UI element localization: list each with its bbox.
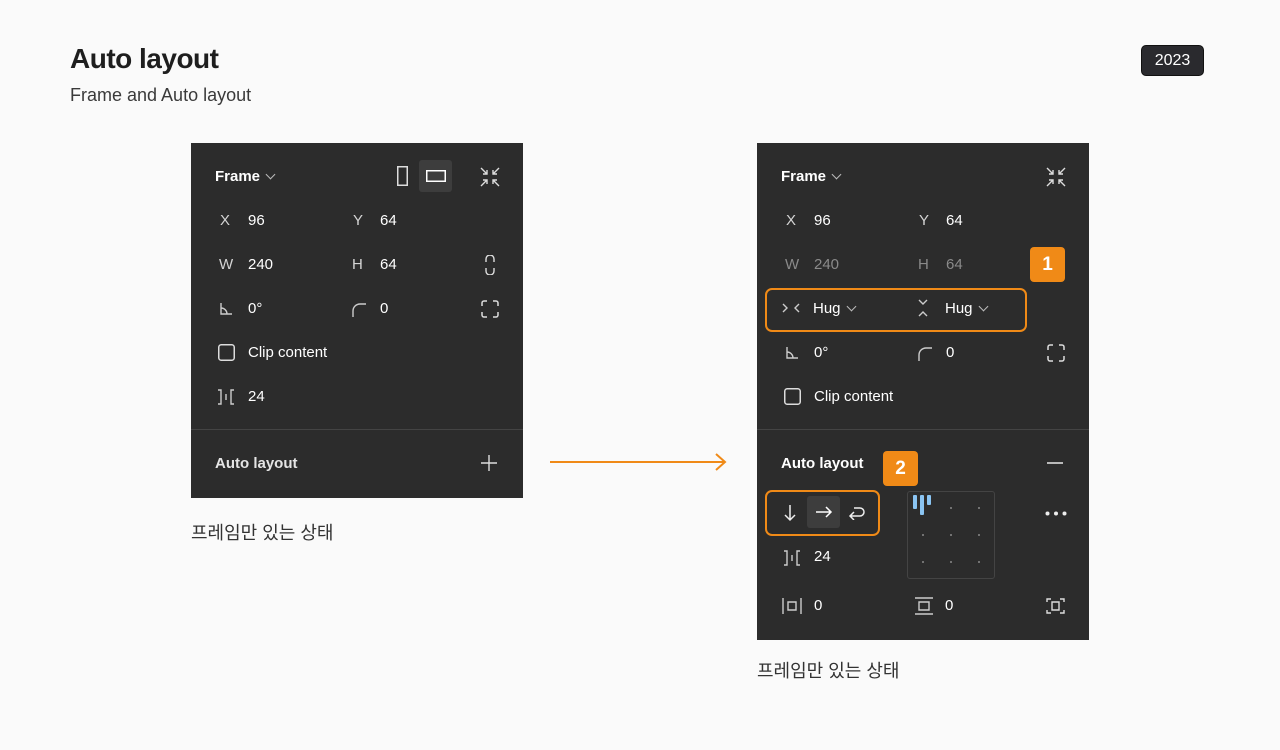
- sizing-highlight: [765, 288, 1027, 332]
- arrow-right-icon: [816, 506, 833, 518]
- wrap-icon[interactable]: [848, 504, 865, 520]
- arrow-icon: [550, 452, 728, 472]
- height-sizing-dropdown[interactable]: Hug: [945, 300, 988, 317]
- width-sizing-value: Hug: [813, 300, 841, 317]
- grid-dot: [978, 534, 980, 536]
- horizontal-padding-input[interactable]: 0: [814, 597, 822, 614]
- hug-width-icon: [782, 302, 800, 314]
- grid-dot: [922, 561, 924, 563]
- landscape-frame-icon: [426, 170, 446, 182]
- auto-layout-section-title: Auto layout: [215, 455, 298, 472]
- frame-properties-panel-left: Frame X 96 Y 64 W 240 H 64 0° 0 Clip con…: [191, 143, 523, 498]
- gap-input[interactable]: 24: [814, 548, 831, 565]
- y-input[interactable]: 64: [380, 212, 397, 229]
- step-badge-1: 1: [1030, 247, 1065, 282]
- h-label: H: [352, 256, 363, 273]
- rotation-icon: [220, 302, 233, 315]
- frame-label: Frame: [781, 168, 827, 185]
- landscape-frame-button[interactable]: [419, 160, 452, 192]
- chevron-down-icon: [978, 301, 988, 312]
- clip-content-checkbox[interactable]: [218, 344, 235, 361]
- radius-input[interactable]: 0: [380, 300, 388, 317]
- checkbox-icon: [784, 388, 801, 405]
- grid-dot: [950, 507, 952, 509]
- clip-content-label: Clip content: [814, 388, 894, 405]
- vertical-padding-input[interactable]: 0: [945, 597, 953, 614]
- w-label: W: [785, 256, 800, 273]
- h-input[interactable]: 64: [380, 256, 397, 273]
- frame-label: Frame: [215, 168, 261, 185]
- grid-dot: [978, 561, 980, 563]
- x-label: X: [220, 212, 231, 229]
- w-input-disabled: 240: [814, 256, 840, 273]
- direction-horizontal-button[interactable]: [807, 496, 840, 528]
- auto-layout-section-title: Auto layout: [781, 455, 864, 472]
- portrait-frame-icon[interactable]: [397, 166, 408, 186]
- y-label: Y: [919, 212, 930, 229]
- page-title: Auto layout: [70, 43, 219, 74]
- horizontal-padding-icon: [782, 597, 802, 615]
- constrain-proportions-icon[interactable]: [484, 255, 496, 275]
- section-divider: [191, 429, 523, 430]
- h-input-disabled: 64: [946, 256, 963, 273]
- w-input[interactable]: 240: [248, 256, 273, 273]
- rotation-input[interactable]: 0°: [248, 300, 262, 317]
- resize-to-fit-icon[interactable]: [480, 167, 500, 187]
- corner-radius-icon: [352, 303, 366, 317]
- hug-height-icon: [917, 299, 929, 317]
- gap-input[interactable]: 24: [248, 388, 265, 405]
- independent-corners-icon[interactable]: [1047, 344, 1065, 362]
- clip-content-label: Clip content: [248, 344, 328, 361]
- frame-properties-panel-right: Frame X 96 Y 64 W 240 H 64 1 Hug Hug 0° …: [757, 143, 1089, 640]
- width-sizing-dropdown[interactable]: Hug: [813, 300, 856, 317]
- checkbox-icon: [218, 344, 235, 361]
- radius-input[interactable]: 0: [946, 344, 954, 361]
- more-icon[interactable]: [1045, 511, 1067, 516]
- plus-icon[interactable]: [481, 455, 497, 471]
- page-subtitle: Frame and Auto layout: [70, 85, 252, 105]
- right-caption: 프레임만 있는 상태: [757, 661, 900, 681]
- resize-to-fit-icon[interactable]: [1046, 167, 1066, 187]
- x-input[interactable]: 96: [814, 212, 831, 229]
- year-badge: 2023: [1141, 45, 1204, 76]
- independent-corners-icon[interactable]: [481, 300, 499, 318]
- chevron-down-icon: [265, 169, 276, 180]
- rotation-input[interactable]: 0°: [814, 344, 828, 361]
- w-label: W: [219, 256, 234, 273]
- x-input[interactable]: 96: [248, 212, 265, 229]
- alignment-grid[interactable]: [907, 491, 995, 579]
- clip-content-checkbox[interactable]: [784, 388, 801, 405]
- minus-icon[interactable]: [1047, 462, 1063, 464]
- grid-dot: [922, 534, 924, 536]
- y-label: Y: [353, 212, 364, 229]
- frame-dropdown[interactable]: Frame: [215, 168, 276, 185]
- chevron-down-icon: [831, 169, 842, 180]
- grid-dot: [950, 561, 952, 563]
- corner-radius-icon: [918, 347, 932, 361]
- grid-dot: [978, 507, 980, 509]
- h-label: H: [918, 256, 929, 273]
- spacing-icon: [217, 388, 235, 406]
- y-input[interactable]: 64: [946, 212, 963, 229]
- height-sizing-value: Hug: [945, 300, 973, 317]
- step-badge-2: 2: [883, 451, 918, 486]
- chevron-down-icon: [846, 301, 856, 312]
- independent-padding-icon[interactable]: [1046, 597, 1065, 615]
- vertical-padding-icon: [914, 597, 934, 615]
- frame-dropdown[interactable]: Frame: [781, 168, 842, 185]
- grid-dot: [950, 534, 952, 536]
- rotation-icon: [786, 346, 799, 359]
- arrow-down-icon[interactable]: [784, 504, 796, 522]
- x-label: X: [786, 212, 797, 229]
- section-divider: [757, 429, 1089, 430]
- align-top-left-icon: [913, 495, 931, 515]
- spacing-icon: [783, 549, 801, 567]
- left-caption: 프레임만 있는 상태: [191, 523, 334, 543]
